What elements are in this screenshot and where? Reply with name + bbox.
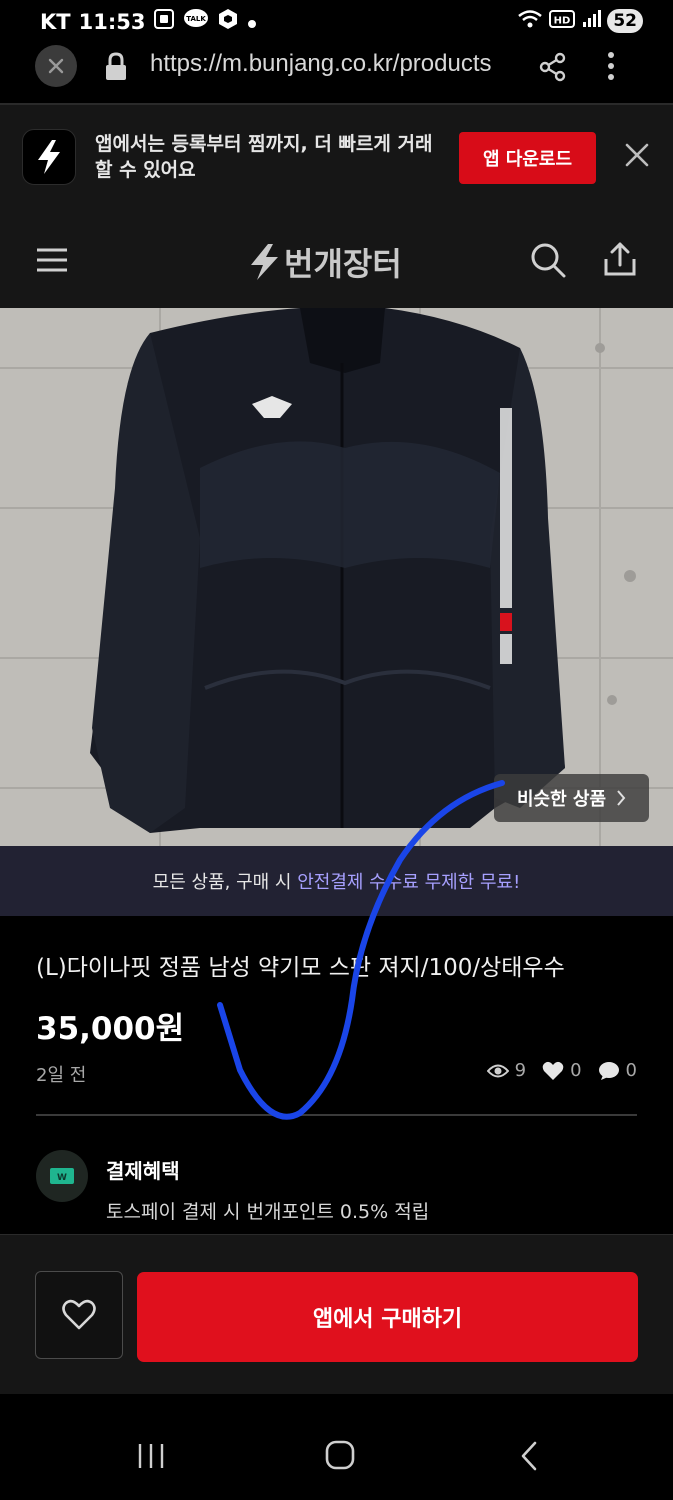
product-stats: 9 0 0: [477, 1060, 637, 1081]
product-price: 35,000원: [36, 1011, 185, 1047]
chevron-right-icon: [617, 790, 626, 806]
home-icon[interactable]: [324, 1439, 356, 1475]
system-navigation-bar: [0, 1394, 673, 1500]
close-tab-button[interactable]: [35, 45, 77, 87]
kakaotalk-icon: TALK: [183, 8, 209, 35]
product-image[interactable]: 비슷한 상품: [0, 308, 673, 846]
carrier-label: KT: [40, 9, 71, 34]
clock: 11:53: [78, 9, 146, 34]
battery-indicator: 52: [607, 9, 643, 33]
bottom-action-bar: 앱에서 구매하기: [0, 1234, 673, 1394]
views-count: 9: [514, 1060, 527, 1081]
hd-icon: HD: [549, 9, 576, 33]
app-download-button[interactable]: 앱 다운로드: [459, 132, 596, 184]
product-title: (L)다이나핏 정품 남성 약기모 스판 져지/100/상태우수: [36, 955, 565, 981]
heart-icon: [542, 1061, 564, 1080]
similar-products-button[interactable]: 비슷한 상품: [494, 774, 649, 822]
app-download-banner: 앱에서는 등록부터 찜까지, 더 빠르게 거래할 수 있어요 앱 다운로드: [0, 105, 673, 209]
heart-outline-icon: [62, 1299, 96, 1330]
share-icon[interactable]: [538, 52, 568, 86]
favorite-button[interactable]: [35, 1271, 123, 1359]
chat-bubble-icon: [598, 1061, 619, 1080]
app-logo: [22, 129, 76, 185]
menu-icon[interactable]: [36, 247, 68, 277]
lock-icon: [104, 52, 128, 86]
signal-icon: [581, 9, 602, 33]
search-icon[interactable]: [530, 242, 566, 282]
chats-stat: 0: [598, 1060, 637, 1081]
lightning-icon: [38, 140, 60, 174]
eye-icon: [486, 1064, 509, 1077]
jacket-photo: [0, 308, 673, 846]
benefit-description: 토스페이 결제 시 번개포인트 0.5% 적립: [106, 1201, 430, 1223]
likes-count: 0: [570, 1060, 582, 1081]
close-icon: [48, 58, 64, 74]
brand-logo[interactable]: 번개장터: [248, 239, 402, 285]
buy-in-app-button[interactable]: 앱에서 구매하기: [137, 1272, 638, 1362]
screenshot-icon: [153, 8, 175, 35]
hd-label: HD: [554, 16, 571, 27]
posted-time: 2일 전: [36, 1065, 87, 1086]
status-left: KT 11:53 TALK: [40, 8, 257, 35]
chats-count: 0: [625, 1060, 637, 1081]
close-icon[interactable]: [624, 142, 650, 172]
browser-url-bar: https://m.bunjang.co.kr/products: [0, 44, 673, 104]
back-icon[interactable]: [518, 1440, 540, 1476]
overflow-menu-icon[interactable]: [606, 50, 616, 86]
benefit-title: 결제혜택: [106, 1159, 180, 1183]
status-bar: KT 11:53 TALK HD 52: [0, 0, 673, 44]
wifi-icon: [517, 8, 543, 34]
promo-highlight: 안전결제 수수료 무제한 무료!: [297, 872, 521, 893]
box-icon: [217, 8, 239, 35]
promo-strip: 모든 상품, 구매 시 안전결제 수수료 무제한 무료!: [0, 846, 673, 916]
status-right: HD 52: [517, 8, 643, 34]
upload-share-icon[interactable]: [602, 241, 638, 281]
benefit-icon-label: W: [57, 1173, 67, 1183]
brand-name: 번개장터: [284, 245, 402, 283]
recent-apps-icon[interactable]: [136, 1442, 166, 1474]
divider: [36, 1114, 637, 1116]
lightning-icon: [251, 244, 278, 280]
dot-icon: [247, 10, 257, 34]
site-header: 번개장터: [0, 209, 673, 308]
url-field[interactable]: https://m.bunjang.co.kr/products: [150, 50, 512, 78]
views-stat: 9: [486, 1060, 527, 1081]
talk-label: TALK: [187, 15, 207, 23]
payment-benefit-icon: W: [36, 1150, 88, 1202]
promo-text: 모든 상품, 구매 시: [152, 872, 298, 893]
likes-stat: 0: [542, 1060, 582, 1081]
banner-text: 앱에서는 등록부터 찜까지, 더 빠르게 거래할 수 있어요: [95, 133, 433, 181]
similar-products-label: 비슷한 상품: [516, 789, 607, 810]
